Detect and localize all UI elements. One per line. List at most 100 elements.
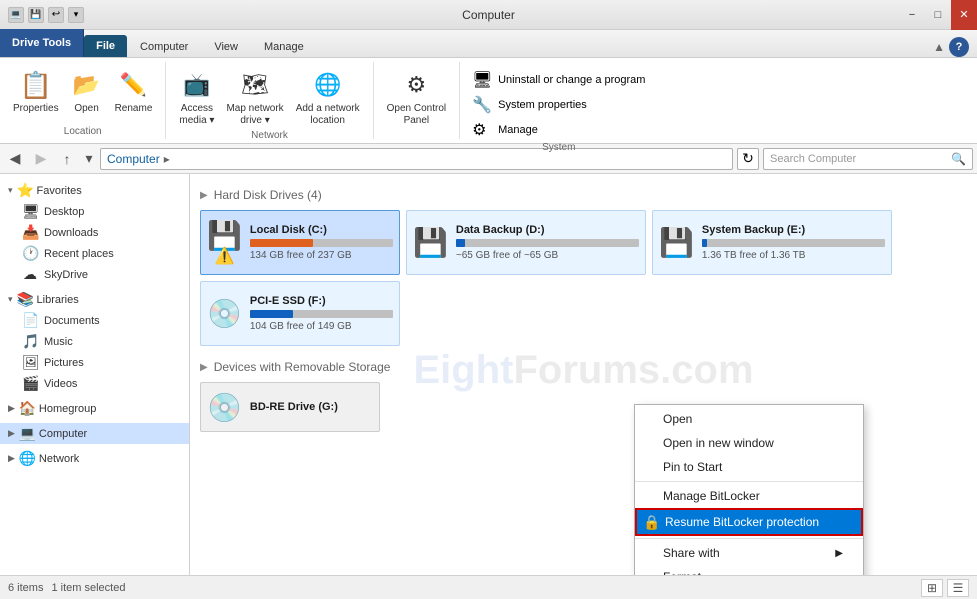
recent-label: Recent places [44,248,114,260]
ribbon-group-location-label: Location [8,126,157,139]
sidebar-header-libraries[interactable]: ▾ 📚 Libraries [0,289,189,310]
quick-access-save[interactable]: 💾 [28,7,44,23]
ribbon-system-items: 🖥 Uninstall or change a program 🔧 System… [468,62,649,142]
manage-icon: ⚙ [472,120,492,140]
ribbon-location-items: 📋 Properties 📂 Open ✏️ Rename [8,62,157,126]
network-chevron: ▶ [8,453,15,464]
sidebar-item-recent[interactable]: 🕐 Recent places [0,243,189,264]
details-btn[interactable]: ☰ [947,579,969,597]
ctx-sep-2 [635,538,863,539]
sidebar-item-documents[interactable]: 📄 Documents [0,310,189,331]
drive-e[interactable]: 💾 System Backup (E:) 1.36 TB free of 1.3… [652,210,892,275]
ctx-pin-start[interactable]: Pin to Start [635,455,863,479]
ribbon-btn-map-drive[interactable]: 🗺 Map networkdrive ▾ [221,66,288,130]
hard-disk-section-header: Hard Disk Drives (4) [200,188,967,202]
sidebar-header-favorites[interactable]: ▾ ⭐ Favorites [0,180,189,201]
ribbon-btn-rename[interactable]: ✏️ Rename [110,66,158,117]
drive-f[interactable]: 💿 PCI-E SSD (F:) 104 GB free of 149 GB [200,281,400,346]
sidebar-item-skydrive[interactable]: ☁ SkyDrive [0,264,189,285]
ctx-manage-bitlocker[interactable]: Manage BitLocker [635,484,863,508]
control-panel-icon: ⚙ [400,69,432,101]
drive-c-bar [250,239,313,247]
forward-button[interactable]: ▶ [30,148,52,170]
drive-f-name: PCI-E SSD (F:) [250,295,393,307]
up-button[interactable]: ↑ [56,148,78,170]
content-area: EightForums.com Hard Disk Drives (4) 💾 ⚠… [190,174,977,575]
back-button[interactable]: ◀ [4,148,26,170]
ribbon-btn-uninstall[interactable]: 🖥 Uninstall or change a program [468,68,649,92]
minimize-button[interactable]: − [899,0,925,30]
drive-c-warning-icon: ⚠️ [214,246,234,266]
drive-d[interactable]: 💾 Data Backup (D:) ~65 GB free of ~65 GB [406,210,646,275]
drive-c-info: Local Disk (C:) 134 GB free of 237 GB [250,224,393,261]
close-button[interactable]: ✕ [951,0,977,30]
pictures-label: Pictures [44,357,84,369]
hard-drives-grid: 💾 ⚠️ Local Disk (C:) 134 GB free of 237 … [200,210,967,346]
ribbon-btn-manage[interactable]: ⚙ Manage [468,118,542,142]
quick-access-down[interactable]: ▾ [68,7,84,23]
sidebar-item-downloads[interactable]: 📥 Downloads [0,222,189,243]
videos-label: Videos [44,378,77,390]
sidebar-header-computer[interactable]: ▶ 💻 Computer [0,423,189,444]
collapse-ribbon-btn[interactable]: ▲ [933,40,945,54]
ribbon-btn-control-panel[interactable]: ⚙ Open ControlPanel [382,66,451,130]
sidebar-section-favorites: ▾ ⭐ Favorites 🖥 Desktop 📥 Downloads 🕐 Re… [0,180,189,285]
drive-c[interactable]: 💾 ⚠️ Local Disk (C:) 134 GB free of 237 … [200,210,400,275]
videos-icon: 🎬 [22,375,38,392]
desktop-icon: 🖥 [22,203,38,220]
ctx-share-with[interactable]: Share with ▶ [635,541,863,565]
refresh-button[interactable]: ↻ [737,148,759,170]
tab-file[interactable]: File [84,35,127,57]
downloads-label: Downloads [44,227,98,239]
rename-icon: ✏️ [117,69,149,101]
sidebar-item-desktop[interactable]: 🖥 Desktop [0,201,189,222]
ctx-open-new-window[interactable]: Open in new window [635,431,863,455]
recent-icon: 🕐 [22,245,38,262]
active-tab-drivetools[interactable]: Drive Tools [0,29,84,57]
path-computer[interactable]: Computer [107,152,160,166]
drive-g-info: BD-RE Drive (G:) [250,401,373,413]
sidebar-item-pictures[interactable]: 🖼 Pictures [0,352,189,373]
maximize-button[interactable]: □ [925,0,951,30]
sidebar-section-homegroup: ▶ 🏠 Homegroup [0,398,189,419]
removable-section-label: Devices with Removable Storage [214,360,391,374]
tab-computer[interactable]: Computer [127,35,201,57]
ribbon-btn-properties[interactable]: 📋 Properties [8,66,64,117]
large-icons-btn[interactable]: ⊞ [921,579,943,597]
sidebar-header-homegroup[interactable]: ▶ 🏠 Homegroup [0,398,189,419]
help-button[interactable]: ? [949,37,969,57]
libraries-label: Libraries [37,294,79,306]
sidebar-item-videos[interactable]: 🎬 Videos [0,373,189,394]
ribbon-btn-add-network[interactable]: 🌐 Add a networklocation [291,66,365,130]
sidebar-item-music[interactable]: 🎵 Music [0,331,189,352]
ribbon-btn-access-media[interactable]: 📺 Accessmedia ▾ [174,66,219,130]
access-media-icon: 📺 [181,69,213,101]
drive-d-bar [456,239,465,247]
ctx-resume-bitlocker[interactable]: 🔒 Resume BitLocker protection [635,508,863,536]
drive-c-free: 134 GB free of 237 GB [250,250,393,261]
drive-d-info: Data Backup (D:) ~65 GB free of ~65 GB [456,224,639,261]
sidebar-header-network[interactable]: ▶ 🌐 Network [0,448,189,469]
recent-locations-btn[interactable]: ▾ [82,148,96,170]
ctx-format-label: Format... [663,570,711,575]
properties-icon: 📋 [20,69,52,101]
open-icon: 📂 [71,69,103,101]
ctx-open-new-window-label: Open in new window [663,436,774,450]
drive-d-bar-wrap [456,239,639,247]
ribbon-btn-open[interactable]: 📂 Open [66,66,108,117]
ctx-open[interactable]: Open [635,407,863,431]
drive-g[interactable]: 💿 BD-RE Drive (G:) [200,382,380,432]
app-icon: 💻 [8,7,24,23]
computer-label: Computer [39,428,87,440]
tab-view[interactable]: View [201,35,251,57]
drive-c-bar-wrap [250,239,393,247]
sidebar: ▾ ⭐ Favorites 🖥 Desktop 📥 Downloads 🕐 Re… [0,174,190,575]
ribbon-btn-system-props[interactable]: 🔧 System properties [468,93,591,117]
hard-disk-section-label: Hard Disk Drives (4) [214,188,322,202]
ctx-format[interactable]: Format... [635,565,863,575]
tab-manage[interactable]: Manage [251,35,317,57]
quick-access-undo[interactable]: ↩ [48,7,64,23]
items-count: 6 items [8,582,43,594]
search-box[interactable]: Search Computer 🔍 [763,148,973,170]
search-placeholder: Search Computer [770,153,951,165]
